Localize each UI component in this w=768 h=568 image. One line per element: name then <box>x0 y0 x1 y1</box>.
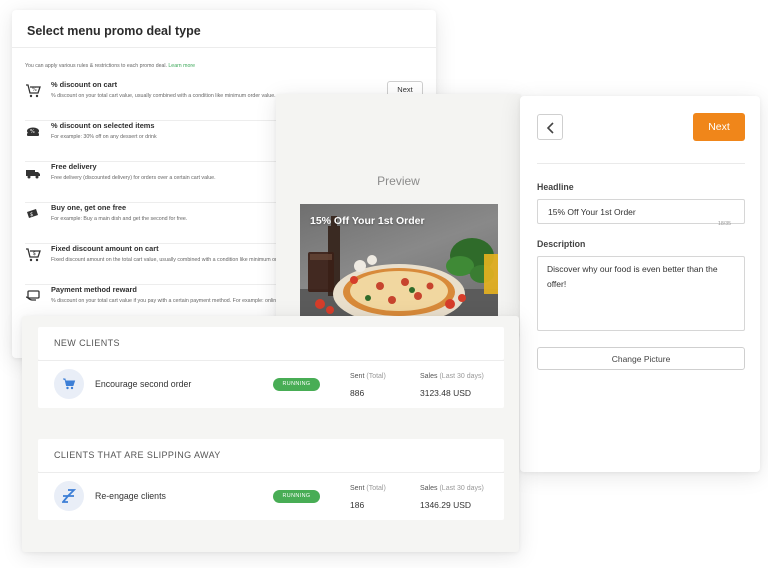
sleep-icon <box>54 481 84 511</box>
headline-char-count: 18/35 <box>718 221 731 227</box>
segment-title: CLIENTS THAT ARE SLIPPING AWAY <box>54 450 221 460</box>
sent-value: 186 <box>350 500 365 510</box>
promo-option-desc: Fixed discount amount on the total cart … <box>51 257 301 263</box>
campaign-row[interactable]: Encourage second order RUNNING Sent (Tot… <box>38 360 504 408</box>
cart-percent-icon: % <box>25 83 41 99</box>
sent-label-note: (Total) <box>366 373 386 380</box>
back-button[interactable] <box>537 114 563 140</box>
sent-label-note: (Total) <box>366 485 386 492</box>
sales-label: Sales (Last 30 days) <box>420 485 484 492</box>
promo-option-name: Payment method reward <box>51 285 137 294</box>
sent-value: 886 <box>350 388 365 398</box>
svg-text:%: % <box>30 129 35 135</box>
segment-title: NEW CLIENTS <box>54 338 120 348</box>
segment-header: NEW CLIENTS <box>38 327 504 360</box>
sales-value: 1346.29 USD <box>420 500 472 510</box>
next-button[interactable]: Next <box>693 113 745 141</box>
sales-label: Sales (Last 30 days) <box>420 373 484 380</box>
svg-text:$: $ <box>30 212 33 218</box>
promo-option-name: Fixed discount amount on cart <box>51 244 159 253</box>
promo-note: You can apply various rules & restrictio… <box>25 63 195 69</box>
status-badge: RUNNING <box>273 490 320 503</box>
sales-label-note: (Last 30 days) <box>439 373 484 380</box>
promo-option-name: % discount on selected items <box>51 121 155 130</box>
promo-panel-title: Select menu promo deal type <box>27 24 201 38</box>
learn-more-link[interactable]: Learn more <box>168 63 195 69</box>
sales-value: 3123.48 USD <box>420 388 472 398</box>
chevron-left-icon <box>546 122 554 134</box>
promo-option-desc: For example: 30% off on any dessert or d… <box>51 134 157 140</box>
cart-icon <box>54 369 84 399</box>
promo-option-desc: For example: Buy a main dish and get the… <box>51 216 188 222</box>
promo-option-desc: Free delivery (discounted delivery) for … <box>51 175 216 181</box>
preview-image-headline: 15% Off Your 1st Order <box>310 215 425 227</box>
segment-header: CLIENTS THAT ARE SLIPPING AWAY <box>38 439 504 472</box>
campaign-name: Re-engage clients <box>95 491 166 501</box>
payment-card-icon <box>25 288 41 304</box>
preview-panel: Preview 15% Off Your 1st Order <box>276 94 521 334</box>
description-label: Description <box>537 239 586 249</box>
sales-label-note: (Last 30 days) <box>439 485 484 492</box>
promo-option-desc: % discount on your total cart value, usu… <box>51 93 276 99</box>
promo-note-text: You can apply various rules & restrictio… <box>25 63 167 69</box>
campaign-name: Encourage second order <box>95 379 192 389</box>
sales-label-text: Sales <box>420 373 438 380</box>
sent-label: Sent (Total) <box>350 485 386 492</box>
headline-input[interactable] <box>537 199 745 224</box>
ticket-icon: $ <box>25 206 41 222</box>
divider <box>537 163 745 164</box>
preview-title: Preview <box>377 174 420 188</box>
svg-text:$: $ <box>33 251 37 257</box>
editor-panel: Next Headline 18/35 Description Discover… <box>520 96 760 472</box>
divider <box>12 47 436 48</box>
campaigns-panel: NEW CLIENTS Encourage second order RUNNI… <box>22 316 519 552</box>
sent-label: Sent (Total) <box>350 373 386 380</box>
campaign-row[interactable]: Re-engage clients RUNNING Sent (Total) 1… <box>38 472 504 520</box>
preview-image: 15% Off Your 1st Order <box>300 204 498 324</box>
cart-dollar-icon: $ <box>25 247 41 263</box>
food-items-icon: % <box>25 124 41 140</box>
sent-label-text: Sent <box>350 485 365 492</box>
promo-option-name: % discount on cart <box>51 80 118 89</box>
headline-label: Headline <box>537 182 574 192</box>
description-input[interactable]: Discover why our food is even better tha… <box>537 256 745 331</box>
change-picture-button[interactable]: Change Picture <box>537 347 745 370</box>
promo-option-desc: % discount on your total cart value if y… <box>51 298 303 304</box>
svg-text:%: % <box>32 87 37 93</box>
sent-label-text: Sent <box>350 373 365 380</box>
promo-option-name: Buy one, get one free <box>51 203 127 212</box>
delivery-truck-icon <box>25 165 41 181</box>
sales-label-text: Sales <box>420 485 438 492</box>
status-badge: RUNNING <box>273 378 320 391</box>
promo-option-name: Free delivery <box>51 162 97 171</box>
